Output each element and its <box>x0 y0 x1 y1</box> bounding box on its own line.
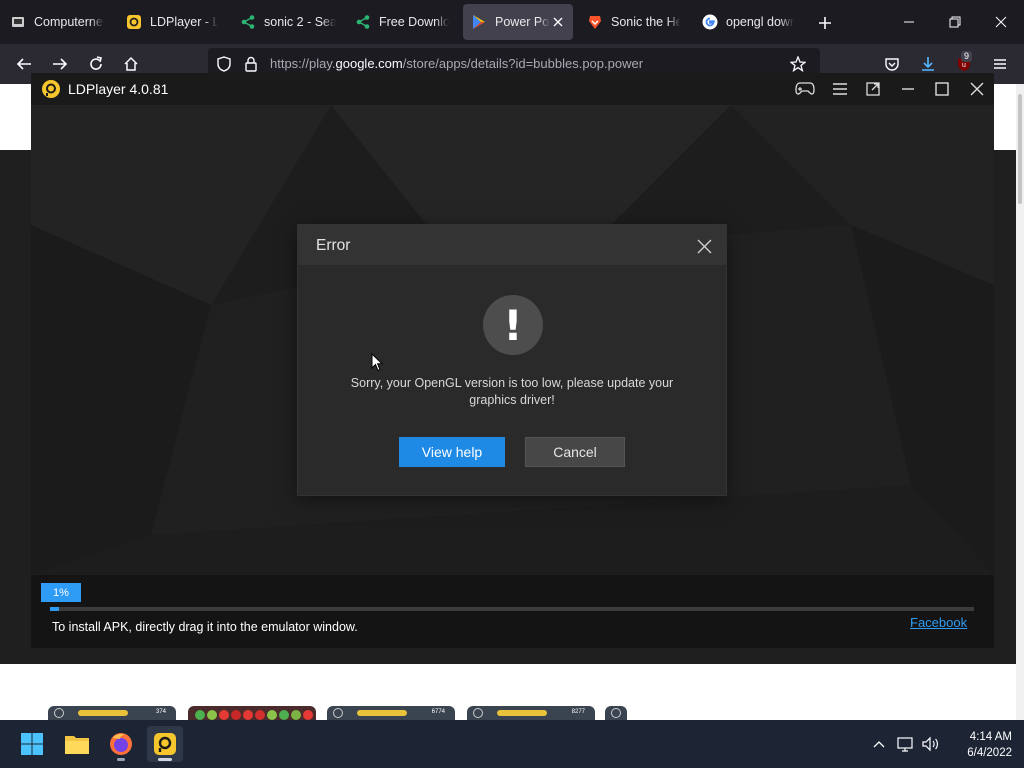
gamepad-icon[interactable] <box>794 79 816 99</box>
exclamation-icon: ! <box>483 295 543 355</box>
running-indicator <box>158 758 172 761</box>
tab-label: Sonic the Hed <box>611 15 681 29</box>
tab-power-pop[interactable]: Power Pop <box>463 4 573 40</box>
svg-text:u: u <box>962 62 966 69</box>
url-domain: google.com <box>335 56 403 71</box>
share-favicon-icon <box>240 14 256 30</box>
browser-restore-icon[interactable] <box>940 8 970 36</box>
ld-maximize-icon[interactable] <box>931 79 953 99</box>
computernewb-favicon-icon <box>10 14 26 30</box>
google-favicon-icon <box>702 14 718 30</box>
new-tab-icon[interactable] <box>814 12 836 34</box>
start-menu-icon[interactable] <box>14 726 50 762</box>
dialog-title: Error <box>316 237 351 254</box>
app-screenshot-thumbnail[interactable]: 8277 <box>467 706 595 720</box>
browser-tab-strip: Computernewb LDPlayer - Li sonic 2 - Sea… <box>0 0 1024 44</box>
windows-taskbar: 4:14 AM 6/4/2022 <box>0 720 1024 768</box>
ldplayer-taskbar-icon[interactable] <box>147 726 183 762</box>
mouse-cursor-icon <box>371 352 384 377</box>
ldplayer-logo-icon <box>42 80 60 98</box>
progress-bar-fill <box>50 607 59 611</box>
app-screenshot-thumbnail[interactable] <box>605 706 627 720</box>
cancel-button[interactable]: Cancel <box>525 437 625 467</box>
app-screenshot-thumbnail[interactable]: 374 <box>48 706 176 720</box>
screenshot-score: 6774 <box>431 709 445 715</box>
url-text[interactable]: https://play.google.com/store/apps/detai… <box>270 56 643 71</box>
install-hint-text: To install APK, directly drag it into th… <box>52 620 358 634</box>
app-screenshot-thumbnail[interactable] <box>188 706 316 720</box>
clock-date: 6/4/2022 <box>967 747 1012 759</box>
url-prefix: https://play. <box>270 56 336 71</box>
ldplayer-favicon-icon <box>126 14 142 30</box>
tab-computernewb[interactable]: Computernewb <box>2 4 112 40</box>
screenshot-score: 374 <box>155 709 166 715</box>
tab-label: Computernewb <box>34 15 104 29</box>
tab-free-download[interactable]: Free Download <box>347 4 457 40</box>
close-tab-icon[interactable] <box>550 14 565 30</box>
file-explorer-icon[interactable] <box>59 726 95 762</box>
expand-icon[interactable] <box>862 79 884 99</box>
url-suffix: /store/apps/details?id=bubbles.pop.power <box>402 56 644 71</box>
brave-favicon-icon <box>587 14 603 30</box>
tab-label: Power Pop <box>495 15 551 29</box>
extension-badge: 9 <box>961 51 973 62</box>
browser-minimize-icon[interactable] <box>894 8 924 36</box>
error-message: Sorry, your OpenGL version is too low, p… <box>350 376 674 407</box>
network-icon[interactable] <box>897 735 915 753</box>
page-scrollbar[interactable] <box>1016 84 1024 720</box>
clock-time: 4:14 AM <box>969 731 1012 743</box>
firefox-icon[interactable] <box>103 726 139 762</box>
ld-menu-icon[interactable] <box>829 79 851 99</box>
error-dialog: Error ! Sorry, your OpenGL version is to… <box>298 225 726 495</box>
facebook-link[interactable]: Facebook <box>910 615 967 630</box>
tab-label: sonic 2 - Sear <box>264 15 336 29</box>
app-screenshot-thumbnail[interactable]: 6774 <box>327 706 455 720</box>
screenshot-score: 8277 <box>571 709 585 715</box>
browser-close-icon[interactable] <box>986 8 1016 36</box>
tab-ldplayer[interactable]: LDPlayer - Li <box>118 4 226 40</box>
running-indicator <box>117 758 125 761</box>
system-clock[interactable]: 4:14 AM 6/4/2022 <box>948 729 1012 761</box>
tab-sonic-search[interactable]: sonic 2 - Sear <box>232 4 344 40</box>
ldplayer-title: LDPlayer 4.0.81 <box>68 81 169 97</box>
tab-opengl-download[interactable]: opengl down <box>694 4 802 40</box>
ld-close-icon[interactable] <box>966 79 988 99</box>
dialog-header[interactable]: Error <box>298 225 726 265</box>
tab-sonic-hedgehog[interactable]: Sonic the Hed <box>579 4 689 40</box>
tab-label: opengl down <box>726 15 794 29</box>
share-favicon-icon <box>355 14 371 30</box>
show-hidden-icons-chevron-icon[interactable] <box>870 735 888 753</box>
progress-percentage: 1% <box>41 583 81 602</box>
tab-label: Free Download <box>379 15 449 29</box>
ldplayer-titlebar[interactable]: LDPlayer 4.0.81 <box>31 73 994 105</box>
scrollbar-thumb[interactable] <box>1018 94 1022 204</box>
google-play-favicon-icon <box>471 14 487 30</box>
dialog-close-icon[interactable] <box>694 236 714 256</box>
volume-icon[interactable] <box>922 735 940 753</box>
ld-minimize-icon[interactable] <box>897 79 919 99</box>
tab-label: LDPlayer - Li <box>150 15 218 29</box>
progress-bar <box>50 607 974 611</box>
view-help-button[interactable]: View help <box>399 437 505 467</box>
